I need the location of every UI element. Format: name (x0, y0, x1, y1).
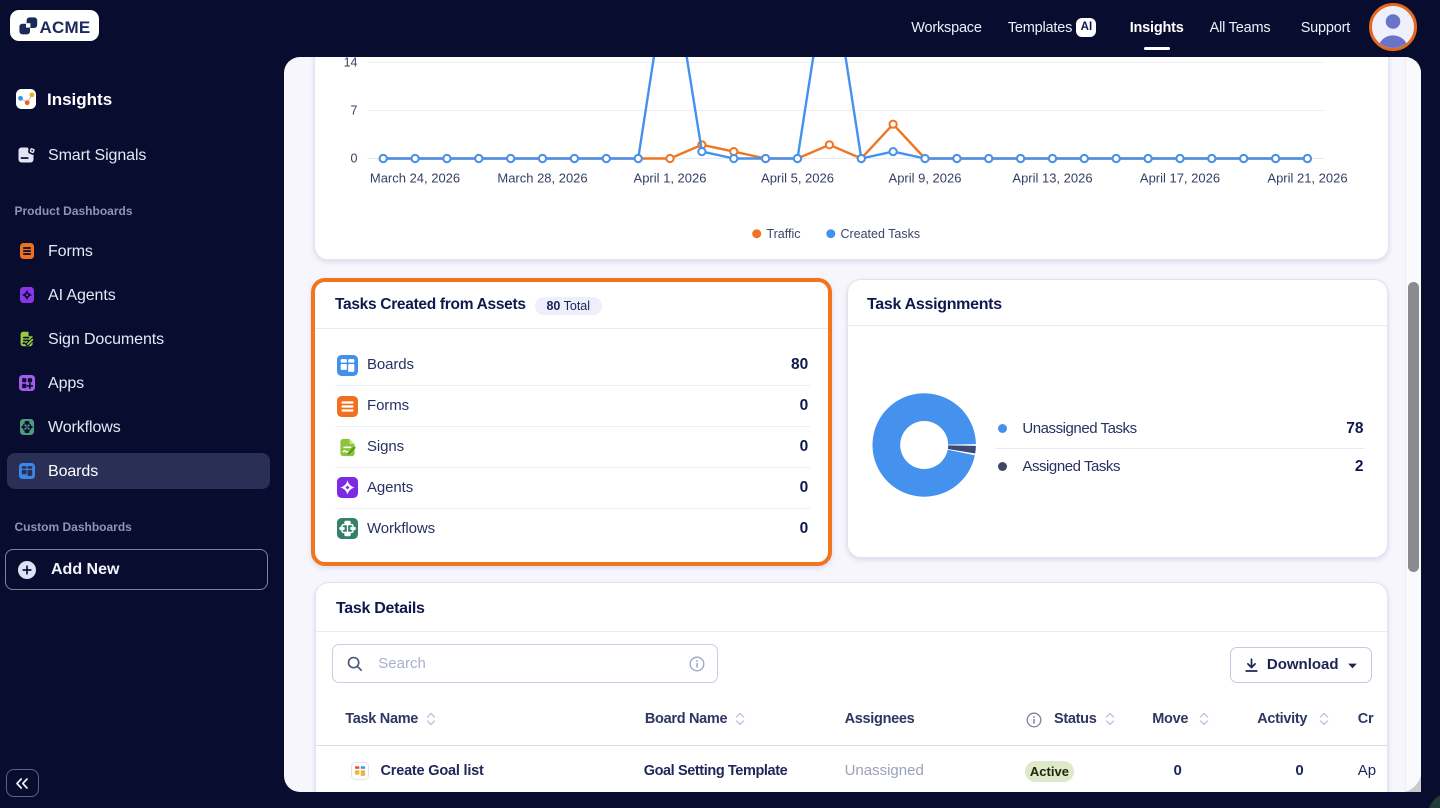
svg-text:Traffic: Traffic (766, 227, 800, 241)
svg-text:March 24, 2026: March 24, 2026 (369, 170, 459, 185)
svg-text:April 17, 2026: April 17, 2026 (1139, 170, 1219, 185)
svg-text:March 28, 2026: March 28, 2026 (497, 170, 587, 185)
svg-text:April 13, 2026: April 13, 2026 (1012, 170, 1092, 185)
svg-text:April 9, 2026: April 9, 2026 (888, 170, 961, 185)
svg-text:14: 14 (343, 57, 357, 69)
svg-text:April 21, 2026: April 21, 2026 (1267, 170, 1347, 185)
svg-text:Created Tasks: Created Tasks (840, 227, 920, 241)
svg-text:7: 7 (350, 103, 357, 117)
svg-text:0: 0 (350, 151, 357, 165)
svg-text:April 1, 2026: April 1, 2026 (633, 170, 706, 185)
svg-text:April 5, 2026: April 5, 2026 (761, 170, 834, 185)
